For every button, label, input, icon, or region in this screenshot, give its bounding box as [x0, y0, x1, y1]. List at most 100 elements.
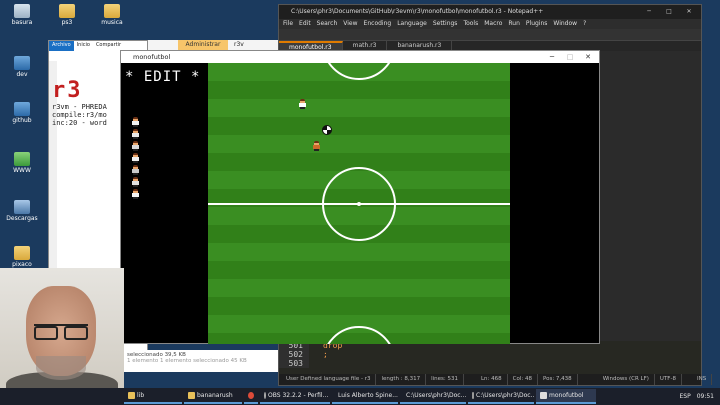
- status-length: length : 8,317: [376, 374, 427, 385]
- close-button[interactable]: ✕: [579, 51, 597, 63]
- taskbar-item-notepad2[interactable]: C:\Users\phr3\Doc...: [468, 389, 534, 404]
- notepadpp-title: C:\Users\phr3\Documents\GitHub\r3evm\r3\…: [291, 8, 544, 15]
- game-titlebar[interactable]: monofutbol ─ □ ✕: [121, 51, 599, 63]
- minimize-button[interactable]: ─: [543, 51, 561, 63]
- language-indicator[interactable]: ESP: [679, 393, 690, 400]
- taskbar-item-bananarush[interactable]: bananarush: [184, 389, 242, 404]
- roster-player-sprite[interactable]: [131, 117, 140, 128]
- menu-item[interactable]: Encoding: [364, 19, 392, 29]
- notepadpp-titlebar[interactable]: C:\Users\phr3\Documents\GitHub\r3evm\r3\…: [279, 5, 701, 19]
- folder-icon: [104, 4, 120, 18]
- web-folder-icon: [14, 152, 30, 166]
- glasses-icon: [34, 324, 88, 340]
- roster-player-sprite[interactable]: [131, 141, 140, 152]
- desktop-icon-basura[interactable]: basura: [3, 4, 41, 26]
- desktop-icon-label: musica: [101, 19, 123, 26]
- menu-item[interactable]: ?: [583, 19, 586, 29]
- status-eol[interactable]: Windows (CR LF): [598, 374, 655, 385]
- folder-icon: [14, 246, 30, 260]
- desktop-icon-dev[interactable]: dev: [3, 56, 41, 78]
- monofutbol-window[interactable]: monofutbol ─ □ ✕ * EDIT *: [120, 50, 600, 344]
- taskbar-item-label: C:\Users\phr3\Doc...: [406, 392, 466, 399]
- roster-player-sprite[interactable]: [131, 177, 140, 188]
- menu-item[interactable]: Search: [317, 19, 338, 29]
- menu-item[interactable]: Window: [553, 19, 577, 29]
- chrome-icon: [248, 392, 254, 399]
- desktop-icon-label: Descargas: [6, 215, 38, 222]
- notepadpp-menubar: File Edit Search View Encoding Language …: [279, 19, 701, 29]
- taskbar-item-browser[interactable]: Luis Alberto Spine...: [332, 389, 398, 404]
- document-icon: [14, 102, 30, 116]
- menu-item[interactable]: Tools: [463, 19, 478, 29]
- desktop-icon-label: pixaco: [12, 261, 32, 268]
- desktop-icon-label: WWW: [13, 167, 31, 174]
- game-title: monofutbol: [133, 53, 171, 61]
- recycle-bin-icon: [14, 4, 30, 18]
- document-icon: [14, 56, 30, 70]
- pitch-markings: [208, 63, 510, 344]
- desktop-icon-www[interactable]: WWW: [3, 152, 41, 174]
- status-pos: Pos: 7,438: [538, 374, 578, 385]
- minimize-button[interactable]: ─: [639, 5, 659, 19]
- desktop-icon-musica[interactable]: musica: [93, 4, 131, 26]
- roster-player-sprite[interactable]: [131, 129, 140, 140]
- menu-item[interactable]: View: [343, 19, 357, 29]
- folder-icon: [59, 4, 75, 18]
- taskbar-item-lib[interactable]: lib: [124, 389, 182, 404]
- line-number: 502: [279, 350, 309, 359]
- line-number: 503: [279, 359, 309, 368]
- menu-item[interactable]: Run: [508, 19, 520, 29]
- taskbar-item-notepad1[interactable]: C:\Users\phr3\Doc...: [400, 389, 466, 404]
- system-tray: ESP 09:51: [679, 393, 720, 400]
- taskbar-item-chrome[interactable]: [244, 389, 258, 404]
- taskbar-item-label: Luis Alberto Spine...: [338, 392, 398, 399]
- desktop-icon-pixaco[interactable]: pixaco: [3, 246, 41, 268]
- menu-item[interactable]: Plugins: [526, 19, 548, 29]
- menu-item[interactable]: Settings: [433, 19, 458, 29]
- code-editor[interactable]: 501 drop 502 ; 503: [279, 341, 701, 375]
- menu-item[interactable]: Macro: [484, 19, 502, 29]
- roster-player-sprite[interactable]: [131, 165, 140, 176]
- roster-player-sprite[interactable]: [131, 189, 140, 200]
- taskbar-item-label: bananarush: [197, 392, 233, 399]
- desktop-icon-label: dev: [16, 71, 28, 78]
- status-ln: Ln: 468: [476, 374, 508, 385]
- taskbar-item-monofutbol[interactable]: monofutbol: [536, 389, 596, 404]
- maximize-button[interactable]: □: [659, 5, 679, 19]
- ball-sprite[interactable]: [322, 125, 332, 135]
- status-mode[interactable]: INS: [692, 374, 713, 385]
- webcam-overlay: [0, 268, 124, 398]
- status-language: User Defined language file - r3: [281, 374, 377, 385]
- close-button[interactable]: ✕: [679, 5, 699, 19]
- taskbar-item-label: OBS 32.2.2 - Perfil...: [268, 392, 329, 399]
- maximize-button[interactable]: □: [561, 51, 579, 63]
- desktop-icon-descargas[interactable]: Descargas: [3, 200, 41, 222]
- ribbon-tab-inicio[interactable]: Inicio: [74, 41, 93, 51]
- taskbar-item-label: monofutbol: [549, 392, 584, 399]
- status-encoding[interactable]: UTF-8: [655, 374, 682, 385]
- player-sprite-dark[interactable]: [312, 141, 321, 153]
- downloads-icon: [14, 200, 30, 214]
- bottom-arc: [327, 326, 391, 344]
- edit-mode-label: * EDIT *: [125, 69, 201, 85]
- menu-item[interactable]: Language: [397, 19, 427, 29]
- ribbon-tab-archivo[interactable]: Archivo: [49, 41, 74, 51]
- taskbar-item-obs[interactable]: OBS 32.2.2 - Perfil...: [260, 389, 330, 404]
- top-arc: [327, 63, 391, 80]
- terminal-line: compile:r3/mo: [52, 111, 107, 119]
- football-pitch[interactable]: [208, 63, 510, 344]
- notepadpp-toolbar[interactable]: [279, 29, 701, 41]
- roster-player-sprite[interactable]: [131, 153, 140, 164]
- app-icon: [540, 392, 547, 399]
- desktop-icon-github[interactable]: github: [3, 102, 41, 124]
- desktop-icon-ps3[interactable]: ps3: [48, 4, 86, 26]
- explorer-statusbar: seleccionado 39,5 KB 1 elemento 1 elemen…: [124, 350, 278, 372]
- desktop-icon-label: ps3: [61, 19, 73, 26]
- desktop-icon-label: basura: [11, 19, 33, 26]
- menu-item[interactable]: File: [283, 19, 293, 29]
- menu-item[interactable]: Edit: [299, 19, 311, 29]
- code-text: ;: [323, 350, 328, 359]
- manage-tab[interactable]: Administrar: [178, 40, 228, 50]
- clock[interactable]: 09:51: [697, 393, 714, 400]
- player-sprite-white[interactable]: [298, 99, 307, 111]
